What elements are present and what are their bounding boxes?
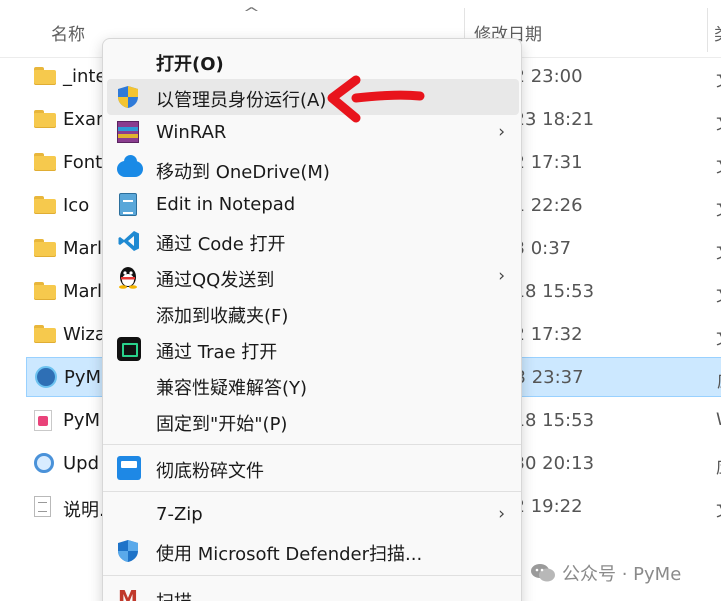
file-date: 4/30 20:13	[496, 453, 595, 474]
file-name: _inte	[63, 66, 107, 87]
scan-m-icon: M	[118, 586, 138, 601]
sort-ascending-icon: ^	[242, 6, 261, 21]
file-name: 说明.	[63, 500, 105, 521]
menu-separator	[103, 575, 521, 576]
menu-item-label: 彻底粉碎文件	[156, 461, 264, 482]
file-name: PyM	[63, 410, 101, 431]
file-name: Marl	[63, 281, 102, 302]
file-type: 文	[716, 195, 721, 220]
file-type: 文	[716, 109, 721, 134]
chevron-right-icon: ›	[498, 504, 505, 524]
menu-item-label: Edit in Notepad	[156, 194, 296, 215]
update-app-icon	[34, 453, 54, 473]
menu-separator	[103, 491, 521, 492]
defender-shield-icon	[118, 540, 138, 562]
file-name: Wiza	[63, 324, 106, 345]
trae-icon	[117, 337, 141, 361]
file-date: 3/3 23:37	[497, 367, 584, 388]
menu-item-label: 通过QQ发送到	[156, 270, 275, 291]
menu-item-label: 固定到"开始"(P)	[156, 414, 288, 435]
file-type: W	[716, 410, 721, 430]
menu-item-label: 移动到 OneDrive(M)	[156, 162, 330, 183]
qq-penguin-icon	[119, 267, 137, 289]
folder-icon	[34, 196, 56, 214]
notepad-icon	[119, 193, 137, 216]
file-date: 2/2 19:22	[496, 496, 583, 517]
folder-icon	[34, 110, 56, 128]
uac-shield-icon	[118, 86, 138, 108]
file-type: 文	[716, 152, 721, 177]
file-date: 1/18 15:53	[496, 410, 595, 431]
file-type: 应	[716, 453, 721, 478]
file-date: 3/2 23:00	[496, 66, 583, 87]
menu-item-label: 使用 Microsoft Defender扫描...	[156, 544, 423, 565]
pink-file-icon	[34, 410, 52, 431]
folder-icon	[34, 325, 56, 343]
file-name: PyM	[64, 367, 102, 388]
file-name: Upd	[63, 453, 100, 474]
shredder-icon	[117, 456, 141, 480]
menu-item-scan[interactable]: M 扫描	[107, 581, 519, 601]
menu-item-label: 添加到收藏夹(F)	[156, 306, 289, 327]
file-type: 文	[716, 66, 721, 91]
menu-item-run-as-admin[interactable]: 以管理员身份运行(A)	[107, 79, 519, 115]
menu-item-label: WinRAR	[156, 122, 227, 143]
file-name: Font	[63, 152, 103, 173]
menu-item-label: 打开(O)	[156, 54, 224, 75]
column-divider[interactable]	[707, 8, 708, 52]
menu-separator	[103, 444, 521, 445]
menu-item-7zip[interactable]: 7-Zip ›	[107, 497, 519, 533]
folder-icon	[34, 153, 56, 171]
file-date: 2/3 0:37	[496, 238, 572, 259]
winrar-icon	[117, 121, 139, 143]
menu-item-shred-file[interactable]: 彻底粉碎文件	[107, 450, 519, 486]
menu-item-move-to-onedrive[interactable]: 移动到 OneDrive(M)	[107, 151, 519, 187]
menu-item-send-via-qq[interactable]: 通过QQ发送到 ›	[107, 259, 519, 295]
menu-item-winrar[interactable]: WinRAR ›	[107, 115, 519, 151]
file-type: 文	[716, 496, 721, 521]
file-date: 2/2 17:31	[496, 152, 583, 173]
file-name: Marl	[63, 238, 102, 259]
column-header-type[interactable]: 类	[714, 20, 721, 45]
folder-icon	[34, 67, 56, 85]
vscode-icon	[118, 231, 139, 251]
pyme-app-icon	[35, 366, 57, 388]
column-header-name[interactable]: 名称	[51, 20, 85, 45]
file-date: 3/1 22:26	[496, 195, 583, 216]
menu-item-open[interactable]: 打开(O)	[107, 43, 519, 79]
file-type: 应	[717, 367, 721, 392]
menu-item-label: 以管理员身份运行(A)	[156, 90, 327, 111]
context-menu: 打开(O) 以管理员身份运行(A) WinRAR › 移动到 OneDrive(…	[102, 38, 522, 601]
menu-item-open-with-trae[interactable]: 通过 Trae 打开	[107, 331, 519, 367]
chevron-right-icon: ›	[498, 122, 505, 142]
folder-icon	[34, 282, 56, 300]
watermark-text: 公众号 · PyMe	[562, 564, 682, 585]
menu-item-add-to-favorites[interactable]: 添加到收藏夹(F)	[107, 295, 519, 331]
menu-item-open-with-code[interactable]: 通过 Code 打开	[107, 223, 519, 259]
menu-item-label: 通过 Trae 打开	[156, 342, 278, 363]
menu-item-label: 兼容性疑难解答(Y)	[156, 378, 308, 399]
file-date: 2/2 17:32	[496, 324, 583, 345]
menu-item-label: 通过 Code 打开	[156, 234, 286, 255]
text-file-icon	[34, 496, 51, 517]
menu-item-pin-to-start[interactable]: 固定到"开始"(P)	[107, 403, 519, 439]
watermark: 公众号 · PyMe	[530, 560, 682, 585]
file-date: 2/23 18:21	[496, 109, 595, 130]
file-type: 文	[716, 281, 721, 306]
file-name: Ico	[63, 195, 90, 216]
file-type: 文	[716, 238, 721, 263]
menu-item-edit-in-notepad[interactable]: Edit in Notepad	[107, 187, 519, 223]
wechat-icon	[531, 564, 555, 582]
menu-item-compatibility-troubleshoot[interactable]: 兼容性疑难解答(Y)	[107, 367, 519, 403]
file-date: 1/18 15:53	[496, 281, 595, 302]
chevron-right-icon: ›	[498, 266, 505, 286]
red-arrow-annotation	[327, 75, 425, 123]
folder-icon	[34, 239, 56, 257]
menu-item-defender-scan[interactable]: 使用 Microsoft Defender扫描...	[107, 533, 519, 569]
menu-item-label: 扫描	[156, 588, 192, 601]
menu-item-label: 7-Zip	[156, 504, 203, 525]
file-type: 文	[716, 324, 721, 349]
onedrive-cloud-icon	[117, 155, 143, 177]
